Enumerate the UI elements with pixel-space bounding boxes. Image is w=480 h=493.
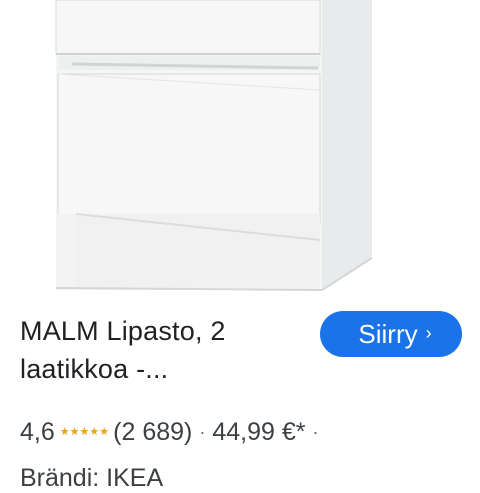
half-star-icon: ★ [99, 425, 110, 438]
brand-label: Brändi: IKEA [20, 464, 164, 492]
go-button[interactable]: Siirry › [320, 311, 462, 357]
star-icon: ★ [79, 425, 90, 438]
separator-dot: · [312, 421, 319, 442]
product-image[interactable] [0, 0, 480, 298]
rating-row: 4,6 ★ ★ ★ ★ ★ (2 689) · 44,99 €* · [20, 414, 326, 450]
rating-value: 4,6 [20, 417, 55, 446]
star-icon: ★ [59, 425, 70, 438]
go-button-label: Siirry [358, 318, 418, 349]
star-rating: ★ ★ ★ ★ ★ [59, 425, 110, 438]
review-count[interactable]: (2 689) [113, 418, 192, 447]
star-icon: ★ [89, 425, 100, 438]
chevron-right-icon: › [425, 322, 432, 343]
separator-dot: · [199, 421, 206, 442]
price: 44,99 €* [212, 417, 306, 446]
product-title[interactable]: MALM Lipasto, 2 laatikkoa -... [20, 312, 310, 388]
star-icon: ★ [69, 425, 80, 438]
dresser-illustration [55, 0, 373, 291]
